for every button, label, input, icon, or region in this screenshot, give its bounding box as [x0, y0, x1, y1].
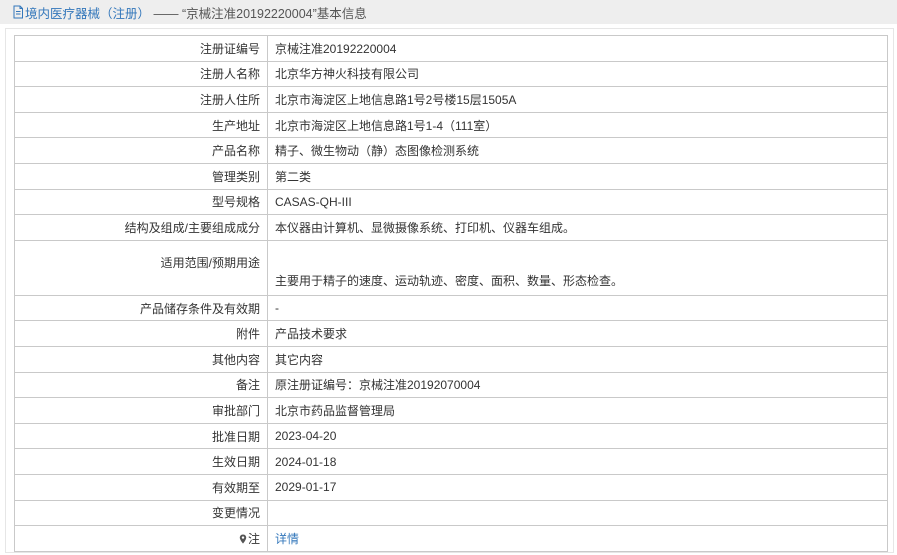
note-label-text: 注 — [247, 531, 260, 546]
table-row: 有效期至 2029-01-17 — [14, 473, 888, 501]
title-separator: —— — [150, 6, 179, 21]
breadcrumb-link[interactable]: 境内医疗器械（注册） — [25, 7, 150, 21]
table-row: 其他内容 其它内容 — [14, 345, 888, 373]
row-label-production-address: 生产地址 — [14, 111, 268, 139]
row-label-valid-until: 有效期至 — [14, 473, 268, 501]
detail-panel: 注册证编号 京械注准20192220004 注册人名称 北京华方神火科技有限公司… — [5, 28, 894, 553]
table-row: 审批部门 北京市药品监督管理局 — [14, 397, 888, 424]
table-row: 管理类别 第二类 — [14, 162, 888, 190]
row-label-storage-conditions: 产品储存条件及有效期 — [14, 294, 268, 322]
row-label-effective-date: 生效日期 — [14, 448, 268, 475]
row-value-remarks: 原注册证编号：京械注准20192070004 — [267, 371, 888, 399]
row-value-approval-department: 北京市药品监督管理局 — [267, 397, 888, 424]
row-value-note: 详情 — [267, 525, 888, 552]
row-label-registrant-name: 注册人名称 — [14, 60, 268, 88]
row-label-change-status: 变更情况 — [14, 499, 268, 527]
row-value-product-name: 精子、微生物动（静）态图像检测系统 — [267, 137, 888, 164]
row-label-registrant-address: 注册人住所 — [14, 86, 268, 113]
page-title: 境内医疗器械（注册） —— “京械注准20192220004”基本信息 — [25, 3, 367, 22]
details-link[interactable]: 详情 — [275, 532, 299, 546]
row-value-effective-date: 2024-01-18 — [267, 448, 888, 475]
table-row: 注 详情 — [14, 525, 888, 552]
table-row: 备注 原注册证编号：京械注准20192070004 — [14, 371, 888, 399]
row-label-attachment: 附件 — [14, 320, 268, 347]
row-value-storage-conditions: - — [267, 294, 888, 322]
row-value-registrant-name: 北京华方神火科技有限公司 — [267, 60, 888, 88]
table-row: 生效日期 2024-01-18 — [14, 448, 888, 475]
row-value-attachment: 产品技术要求 — [267, 320, 888, 347]
row-value-registrant-address: 北京市海淀区上地信息路1号2号楼15层1505A — [267, 86, 888, 113]
row-value-valid-until: 2029-01-17 — [267, 473, 888, 501]
row-value-model-spec: CASAS-QH-III — [267, 188, 888, 216]
row-label-approval-department: 审批部门 — [14, 397, 268, 424]
row-label-note: 注 — [14, 525, 268, 552]
table-row: 结构及组成/主要组成成分 本仪器由计算机、显微摄像系统、打印机、仪器车组成。 — [14, 214, 888, 241]
table-row: 批准日期 2023-04-20 — [14, 422, 888, 450]
row-label-product-name: 产品名称 — [14, 137, 268, 164]
map-pin-icon — [239, 534, 247, 544]
table-row: 变更情况 — [14, 499, 888, 527]
table-row: 附件 产品技术要求 — [14, 320, 888, 347]
table-row: 生产地址 北京市海淀区上地信息路1号1-4（111室） — [14, 111, 888, 139]
row-label-approval-date: 批准日期 — [14, 422, 268, 450]
page-header: 境内医疗器械（注册） —— “京械注准20192220004”基本信息 — [0, 0, 897, 24]
row-value-other-content: 其它内容 — [267, 345, 888, 373]
table-row: 注册证编号 京械注准20192220004 — [14, 35, 888, 62]
table-row: 型号规格 CASAS-QH-III — [14, 188, 888, 216]
row-value-registration-number: 京械注准20192220004 — [267, 35, 888, 62]
row-label-management-category: 管理类别 — [14, 162, 268, 190]
table-row: 注册人住所 北京市海淀区上地信息路1号2号楼15层1505A — [14, 86, 888, 113]
row-value-intended-use: 主要用于精子的速度、运动轨迹、密度、面积、数量、形态检查。 — [267, 239, 888, 296]
row-value-management-category: 第二类 — [267, 162, 888, 190]
row-label-remarks: 备注 — [14, 371, 268, 399]
row-value-production-address: 北京市海淀区上地信息路1号1-4（111室） — [267, 111, 888, 139]
table-row: 注册人名称 北京华方神火科技有限公司 — [14, 60, 888, 88]
row-label-model-spec: 型号规格 — [14, 188, 268, 216]
table-row: 产品储存条件及有效期 - — [14, 294, 888, 322]
detail-table: 注册证编号 京械注准20192220004 注册人名称 北京华方神火科技有限公司… — [14, 35, 888, 552]
row-value-change-status — [267, 499, 888, 527]
row-label-other-content: 其他内容 — [14, 345, 268, 373]
document-icon — [13, 5, 23, 19]
table-row: 适用范围/预期用途 主要用于精子的速度、运动轨迹、密度、面积、数量、形态检查。 — [14, 239, 888, 296]
row-label-structure-composition: 结构及组成/主要组成成分 — [14, 214, 268, 241]
row-value-approval-date: 2023-04-20 — [267, 422, 888, 450]
row-label-intended-use: 适用范围/预期用途 — [14, 239, 268, 296]
row-label-registration-number: 注册证编号 — [14, 35, 268, 62]
record-title: “京械注准20192220004”基本信息 — [181, 6, 367, 21]
table-row: 产品名称 精子、微生物动（静）态图像检测系统 — [14, 137, 888, 164]
row-value-structure-composition: 本仪器由计算机、显微摄像系统、打印机、仪器车组成。 — [267, 214, 888, 241]
